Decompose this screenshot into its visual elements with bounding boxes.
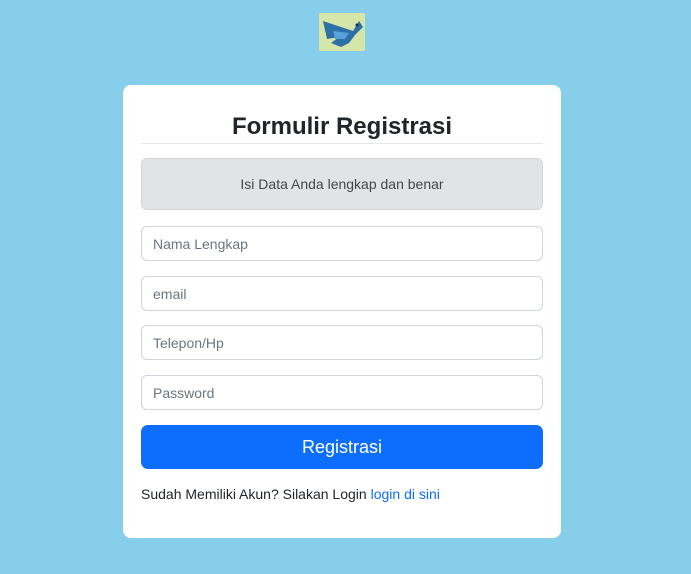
bird-logo-icon <box>319 13 365 51</box>
password-input[interactable] <box>141 375 543 410</box>
login-prompt: Sudah Memiliki Akun? Silakan Login login… <box>141 486 440 502</box>
email-input[interactable] <box>141 276 543 311</box>
form-title: Formulir Registrasi <box>141 111 543 144</box>
notice-alert: Isi Data Anda lengkap dan benar <box>141 158 543 210</box>
login-link[interactable]: login di sini <box>371 486 440 502</box>
full-name-input[interactable] <box>141 226 543 261</box>
phone-input[interactable] <box>141 325 543 360</box>
register-button[interactable]: Registrasi <box>141 425 543 469</box>
login-prompt-text: Sudah Memiliki Akun? Silakan Login <box>141 486 367 502</box>
registration-card: Formulir Registrasi Isi Data Anda lengka… <box>123 85 561 538</box>
